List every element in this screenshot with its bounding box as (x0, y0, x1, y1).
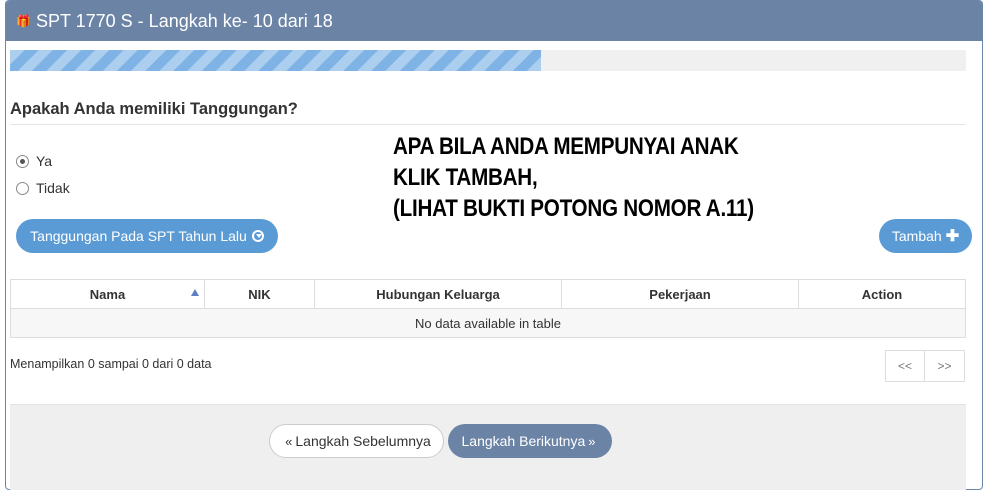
double-chevron-left-icon: « (285, 433, 293, 449)
radio-tidak[interactable]: Tidak (16, 180, 70, 196)
last-page-button[interactable]: >> (925, 350, 965, 382)
table-row: No data available in table (10, 308, 966, 338)
button-label: Langkah Berikutnya (461, 433, 586, 449)
previous-year-dependents-button[interactable]: Tanggungan Pada SPT Tahun Lalu (16, 219, 278, 253)
double-chevron-right-icon: » (588, 433, 596, 449)
instruction-annotation: APA BILA ANDA MEMPUNYAI ANAK KLIK TAMBAH… (393, 131, 754, 224)
radio-label: Tidak (36, 180, 70, 196)
radio-ya[interactable]: Ya (16, 153, 52, 169)
plus-icon: ✚ (945, 228, 960, 245)
gift-icon: 🎁 (16, 14, 31, 28)
radio-button[interactable] (16, 181, 29, 195)
progress-bar (10, 50, 966, 71)
button-label: Tanggungan Pada SPT Tahun Lalu (30, 228, 247, 244)
first-page-button[interactable]: << (885, 350, 925, 382)
progress-fill (10, 50, 541, 71)
add-button[interactable]: Tambah ✚ (879, 219, 972, 253)
button-label: Tambah (891, 228, 942, 244)
empty-table-message: No data available in table (10, 308, 966, 338)
divider (10, 124, 966, 125)
previous-step-button[interactable]: « Langkah Sebelumnya (269, 424, 444, 458)
chevron-circle-down-icon (251, 230, 264, 242)
table-info: Menampilkan 0 sampai 0 dari 0 data (10, 357, 212, 371)
radio-button[interactable] (16, 154, 29, 168)
pagination: << >> (885, 350, 965, 382)
column-header-nik[interactable]: NIK (204, 279, 315, 309)
panel-header: 🎁 SPT 1770 S - Langkah ke- 10 dari 18 (6, 1, 982, 41)
next-step-button[interactable]: Langkah Berikutnya » (448, 424, 612, 458)
column-header-nama[interactable]: Nama (10, 279, 205, 309)
annotation-line: KLIK TAMBAH, (393, 164, 538, 191)
annotation-line: (LIHAT BUKTI POTONG NOMOR A.11) (393, 195, 754, 222)
question-heading: Apakah Anda memiliki Tanggungan? (10, 100, 298, 118)
column-header-pekerjaan[interactable]: Pekerjaan (561, 279, 799, 309)
sort-ascending-icon (191, 289, 199, 296)
radio-label: Ya (36, 153, 53, 169)
column-header-action[interactable]: Action (798, 279, 966, 309)
panel-title: SPT 1770 S - Langkah ke- 10 dari 18 (35, 10, 333, 31)
dependents-table: Nama NIK Hubungan Keluarga Pekerjaan Act… (10, 279, 966, 338)
column-header-hubungan[interactable]: Hubungan Keluarga (314, 279, 562, 309)
button-label: Langkah Sebelumnya (295, 433, 431, 449)
annotation-line: APA BILA ANDA MEMPUNYAI ANAK (393, 133, 739, 160)
